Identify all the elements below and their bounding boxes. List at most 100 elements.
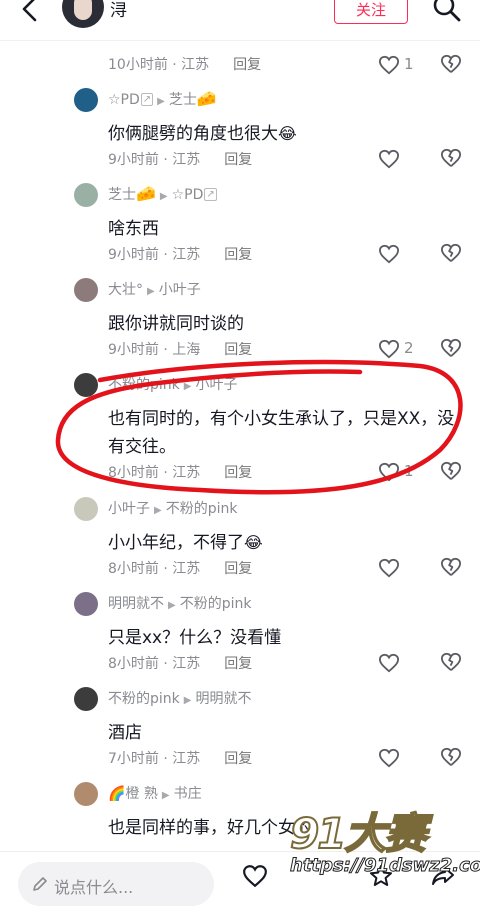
comment-user[interactable]: 不粉的pink xyxy=(108,691,180,707)
dislike-button[interactable] xyxy=(440,461,464,485)
comment-info: 7小时前 · 江苏 回复 xyxy=(108,749,252,769)
dislike-button[interactable] xyxy=(440,243,464,267)
comment-user[interactable]: 小叶子 xyxy=(108,501,150,517)
comment-info: 9小时前 · 江苏 回复 xyxy=(108,150,252,170)
watermark: 91大赛 https://91dswz2.com xyxy=(289,800,480,877)
avatar[interactable] xyxy=(74,183,98,207)
reply-button[interactable]: 回复 xyxy=(224,152,252,168)
comment-user[interactable]: 芝士 xyxy=(108,187,136,203)
broken-heart-icon xyxy=(440,243,461,262)
like-button[interactable]: 1 xyxy=(378,461,418,485)
comment-user[interactable]: 🌈橙 熟 xyxy=(108,786,158,802)
comment-meta: 小叶子 ▶ 不粉的pink xyxy=(108,499,237,521)
laugh-emoji: 😂 xyxy=(278,124,297,143)
avatar[interactable] xyxy=(74,88,98,112)
comment-text: 你俩腿劈的角度也很大😂 xyxy=(108,120,470,148)
comment-meta: 不粉的pink ▶ 小叶子 xyxy=(108,375,237,397)
comment-text-content: 小小年纪，不得了 xyxy=(108,533,244,553)
reply-to-user[interactable]: 小叶子 xyxy=(195,377,237,393)
comment-user[interactable]: ☆PD xyxy=(108,92,140,108)
cheese-emoji: 🧀 xyxy=(196,89,217,108)
avatar[interactable] xyxy=(74,497,98,521)
like-button[interactable]: 2 xyxy=(378,338,418,362)
dislike-button[interactable] xyxy=(440,148,464,172)
arrow-icon: ▶ xyxy=(147,286,155,297)
reply-to-user[interactable]: 书庄 xyxy=(174,786,202,802)
comment-user[interactable]: 大壮° xyxy=(108,282,143,298)
broken-heart-icon xyxy=(440,461,461,480)
comment-text: 啥东西 xyxy=(108,219,159,239)
author-name[interactable]: 浔 xyxy=(110,0,127,22)
back-icon[interactable] xyxy=(18,0,42,26)
broken-heart-icon xyxy=(440,652,461,671)
like-button[interactable]: 1 xyxy=(378,54,418,78)
cheese-emoji: 🧀 xyxy=(136,184,156,203)
badge-icon: ↗ xyxy=(140,93,154,106)
comment-time: 8小时前 · 江苏 xyxy=(108,561,201,577)
comment-meta: 不粉的pink ▶ 明明就不 xyxy=(108,689,251,711)
reply-button[interactable]: 回复 xyxy=(224,656,252,672)
reply-button[interactable]: 回复 xyxy=(224,247,252,263)
comment-user[interactable]: 不粉的pink xyxy=(108,377,180,393)
heart-icon xyxy=(378,558,400,578)
reply-button[interactable]: 回复 xyxy=(224,751,252,767)
follow-button[interactable]: 关注 xyxy=(334,0,408,24)
reply-button[interactable]: 回复 xyxy=(224,561,252,577)
like-count: 1 xyxy=(404,462,414,480)
comment-text-content: 你俩腿劈的角度也很大 xyxy=(108,124,278,144)
top-bar: 浔 关注 xyxy=(0,0,480,40)
comment-text: 跟你讲就同时谈的 xyxy=(108,314,244,334)
arrow-icon: ▶ xyxy=(168,600,176,611)
avatar[interactable] xyxy=(74,278,98,302)
heart-icon[interactable] xyxy=(242,864,268,888)
comment-input[interactable]: 说点什么... xyxy=(18,862,214,906)
dislike-button[interactable] xyxy=(440,54,464,78)
reply-button[interactable]: 回复 xyxy=(224,342,252,358)
comment-meta: ☆PD ↗ ▶ 芝士🧀 xyxy=(108,90,217,112)
comment-text: 也有同时的，有个小女生承认了，只是XX，没有交往。 xyxy=(108,409,455,457)
comment-info: 8小时前 · 江苏 回复 xyxy=(108,654,252,674)
avatar[interactable] xyxy=(74,373,98,397)
pencil-icon xyxy=(33,877,47,891)
like-button[interactable] xyxy=(378,747,418,771)
heart-icon xyxy=(378,339,400,359)
avatar[interactable] xyxy=(74,687,98,711)
heart-icon xyxy=(378,653,400,673)
dislike-button[interactable] xyxy=(440,338,464,362)
reply-to-user[interactable]: ☆PD xyxy=(172,187,204,203)
comment-info: 9小时前 · 江苏 回复 xyxy=(108,245,252,265)
comment-meta: 芝士🧀 ▶ ☆PD ↗ xyxy=(108,185,217,207)
reply-to-user[interactable]: 芝士 xyxy=(169,92,197,108)
avatar[interactable] xyxy=(62,0,104,28)
like-button[interactable] xyxy=(378,243,418,267)
like-count: 2 xyxy=(404,339,414,357)
avatar[interactable] xyxy=(74,782,98,806)
search-icon[interactable] xyxy=(432,0,462,24)
broken-heart-icon xyxy=(440,747,461,766)
reply-button[interactable]: 回复 xyxy=(233,57,261,73)
avatar[interactable] xyxy=(74,592,98,616)
dislike-button[interactable] xyxy=(440,557,464,581)
reply-button[interactable]: 回复 xyxy=(224,465,252,481)
comment-time: 8小时前 · 江苏 xyxy=(108,656,201,672)
comment-meta: 🌈橙 熟 ▶ 书庄 xyxy=(108,784,202,806)
reply-to-user[interactable]: 不粉的pink xyxy=(166,501,238,517)
heart-icon xyxy=(378,462,400,482)
reply-to-user[interactable]: 不粉的pink xyxy=(180,596,252,612)
reply-to-user[interactable]: 明明就不 xyxy=(195,691,251,707)
dislike-button[interactable] xyxy=(440,747,464,771)
arrow-icon: ▶ xyxy=(159,191,168,202)
divider xyxy=(0,40,480,41)
like-count: 1 xyxy=(404,55,414,73)
broken-heart-icon xyxy=(440,557,461,576)
broken-heart-icon xyxy=(440,148,461,167)
comment-info: 9小时前 · 上海 回复 xyxy=(108,340,252,360)
like-button[interactable] xyxy=(378,148,418,172)
like-button[interactable] xyxy=(378,557,418,581)
like-button[interactable] xyxy=(378,652,418,676)
comment-text: 小小年纪，不得了😂 xyxy=(108,529,470,557)
dislike-button[interactable] xyxy=(440,652,464,676)
comment-user[interactable]: 明明就不 xyxy=(108,596,164,612)
broken-heart-icon xyxy=(440,54,461,73)
reply-to-user[interactable]: 小叶子 xyxy=(159,282,201,298)
